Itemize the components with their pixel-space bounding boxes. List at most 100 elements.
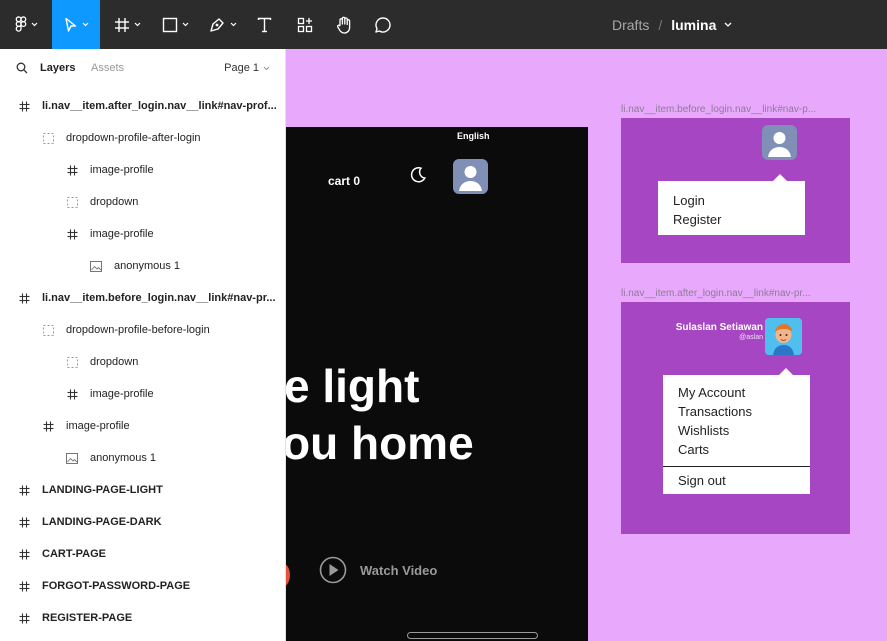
frame-icon <box>66 228 78 240</box>
avatar <box>765 318 802 355</box>
layer-row[interactable]: li.nav__item.after_login.nav__link#nav-p… <box>0 90 286 122</box>
frame-icon <box>66 164 78 176</box>
dropdown-menu: My Account Transactions Wishlists Carts … <box>663 368 810 494</box>
layer-label: li.nav__item.after_login.nav__link#nav-p… <box>42 100 277 112</box>
menu-item-sign-out[interactable]: Sign out <box>678 471 726 490</box>
search-icon[interactable] <box>16 62 28 74</box>
layer-row[interactable]: dropdown-profile-before-login <box>0 314 286 346</box>
layer-row[interactable]: image-profile <box>0 218 286 250</box>
layer-label: FORGOT-PASSWORD-PAGE <box>42 580 191 592</box>
breadcrumb-project[interactable]: Drafts <box>612 17 649 33</box>
frame-icon <box>18 292 30 304</box>
layer-label: dropdown <box>90 196 139 208</box>
group-dashed-icon <box>42 324 54 336</box>
after-login-frame[interactable]: Sulaslan Setiawan @aslan My Account Tran… <box>621 302 850 534</box>
layer-row[interactable]: image-profile <box>0 154 286 186</box>
frame-icon <box>18 516 30 528</box>
landing-page-dark-frame[interactable]: English cart 0 e light ou home Watch Vid… <box>286 127 588 641</box>
image-icon <box>90 260 102 272</box>
toolbar: Drafts / lumina <box>0 0 887 49</box>
move-icon[interactable] <box>52 0 100 49</box>
user-name: Sulaslan Setiawan <box>675 322 763 333</box>
user-photo-icon <box>765 318 802 355</box>
breadcrumb[interactable]: Drafts / lumina <box>612 0 732 49</box>
cta-button-edge <box>286 563 290 587</box>
image-icon <box>66 452 78 464</box>
layer-label: dropdown-profile-before-login <box>66 324 210 336</box>
layer-label: REGISTER-PAGE <box>42 612 133 624</box>
hand-icon[interactable] <box>330 0 358 49</box>
layer-label: LANDING-PAGE-DARK <box>42 516 162 528</box>
group-dashed-icon <box>66 196 78 208</box>
frame-icon <box>18 612 30 624</box>
chevron-down-icon <box>263 66 270 70</box>
layer-row[interactable]: FORGOT-PASSWORD-PAGE <box>0 570 286 602</box>
menu-item-transactions[interactable]: Transactions <box>678 402 752 421</box>
layer-row[interactable]: CART-PAGE <box>0 538 286 570</box>
layers-panel: Layers Assets Page 1 li.nav__item.after_… <box>0 49 286 641</box>
dropdown-arrow <box>779 368 793 375</box>
group-dashed-icon <box>66 356 78 368</box>
layer-label: image-profile <box>90 388 154 400</box>
layer-label: CART-PAGE <box>42 548 106 560</box>
frame-label-before-login[interactable]: li.nav__item.before_login.nav__link#nav-… <box>621 104 816 115</box>
frame-icon[interactable] <box>106 0 148 49</box>
pen-icon[interactable] <box>202 0 244 49</box>
menu-divider <box>663 466 810 467</box>
chevron-down-icon[interactable] <box>724 22 732 27</box>
layer-row[interactable]: dropdown-profile-after-login <box>0 122 286 154</box>
layer-row[interactable]: image-profile <box>0 378 286 410</box>
frame-icon <box>66 388 78 400</box>
layer-label: image-profile <box>90 164 154 176</box>
avatar <box>762 125 797 160</box>
layer-row[interactable]: dropdown <box>0 346 286 378</box>
user-handle: @aslan <box>739 334 763 341</box>
frame-icon <box>18 580 30 592</box>
components-icon[interactable] <box>290 0 320 49</box>
tab-layers[interactable]: Layers <box>40 62 75 74</box>
menu-item-my-account[interactable]: My Account <box>678 383 752 402</box>
breadcrumb-file[interactable]: lumina <box>671 17 716 33</box>
menu-item-login[interactable]: Login <box>673 191 805 210</box>
layer-row[interactable]: LANDING-PAGE-LIGHT <box>0 474 286 506</box>
layer-label: anonymous 1 <box>90 452 157 464</box>
page-select-label: Page 1 <box>224 62 259 74</box>
text-icon[interactable] <box>250 0 278 49</box>
play-icon <box>319 556 347 584</box>
layer-row[interactable]: REGISTER-PAGE <box>0 602 286 634</box>
layer-label: image-profile <box>66 420 130 432</box>
layer-list: li.nav__item.after_login.nav__link#nav-p… <box>0 90 286 634</box>
moon-icon <box>410 167 426 183</box>
avatar <box>453 159 488 194</box>
layer-label: dropdown <box>90 356 139 368</box>
shape-icon[interactable] <box>154 0 196 49</box>
layer-row[interactable]: LANDING-PAGE-DARK <box>0 506 286 538</box>
figma-menu-icon[interactable] <box>0 0 52 49</box>
layer-label: LANDING-PAGE-LIGHT <box>42 484 163 496</box>
layer-row[interactable]: dropdown <box>0 186 286 218</box>
menu-item-carts[interactable]: Carts <box>678 440 752 459</box>
layer-row[interactable]: li.nav__item.before_login.nav__link#nav-… <box>0 282 286 314</box>
frame-icon <box>18 548 30 560</box>
layer-row[interactable]: anonymous 1 <box>0 442 286 474</box>
home-indicator <box>407 632 538 639</box>
frame-icon <box>18 100 30 112</box>
page-select[interactable]: Page 1 <box>224 62 270 74</box>
layer-row[interactable]: anonymous 1 <box>0 250 286 282</box>
layer-row[interactable]: image-profile <box>0 410 286 442</box>
layer-label: dropdown-profile-after-login <box>66 132 201 144</box>
watch-video-label: Watch Video <box>360 563 438 578</box>
panel-header: Layers Assets Page 1 <box>0 49 286 89</box>
menu-item-register[interactable]: Register <box>673 210 805 229</box>
frame-label-after-login[interactable]: li.nav__item.after_login.nav__link#nav-p… <box>621 288 811 299</box>
comment-icon[interactable] <box>370 0 396 49</box>
language-label: English <box>457 131 490 141</box>
frame-icon <box>42 420 54 432</box>
menu-item-wishlists[interactable]: Wishlists <box>678 421 752 440</box>
before-login-frame[interactable]: Login Register <box>621 118 850 263</box>
frame-icon <box>18 484 30 496</box>
tab-assets[interactable]: Assets <box>91 62 124 74</box>
breadcrumb-separator: / <box>658 16 663 33</box>
dropdown-arrow <box>773 174 787 181</box>
group-dashed-icon <box>42 132 54 144</box>
